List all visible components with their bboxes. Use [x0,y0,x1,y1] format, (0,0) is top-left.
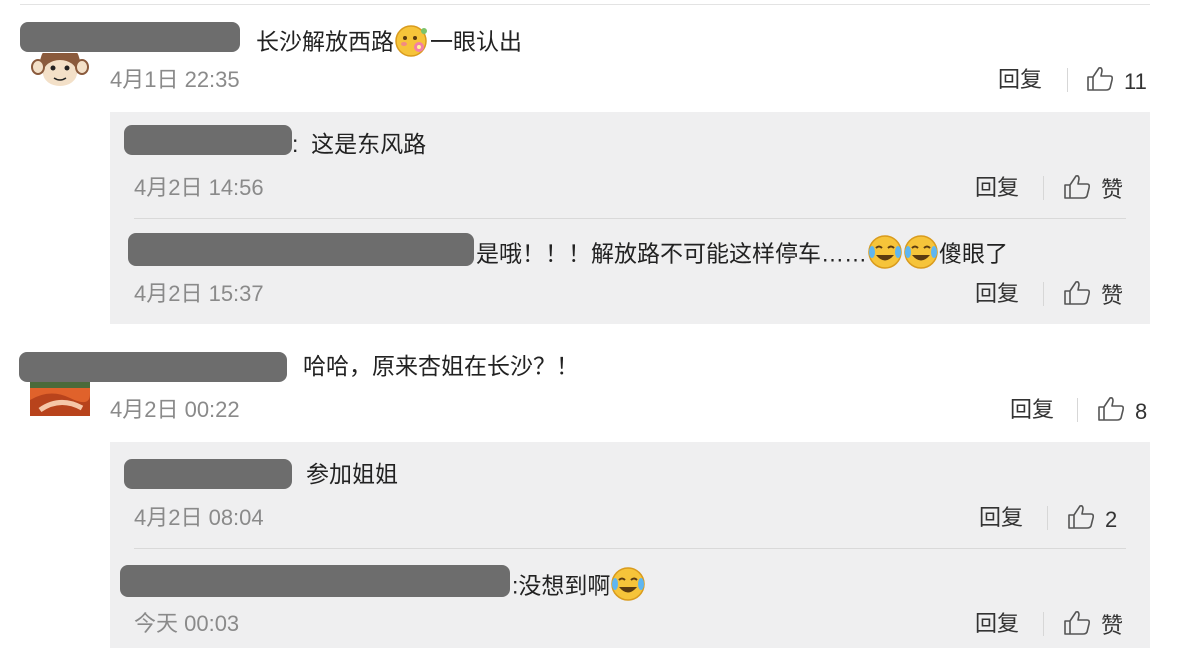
separator [1043,176,1044,200]
like-count: 8 [1135,398,1148,424]
like-button[interactable]: 11 [1086,66,1147,97]
reply-button[interactable]: 回复 [975,174,1019,202]
reply-button[interactable]: 回复 [998,66,1042,94]
thumbs-up-icon [1097,396,1125,427]
thumbs-up-icon [1063,280,1091,311]
reply-text: :没想到啊 [512,566,646,609]
thumbs-up-icon [1086,66,1114,97]
avatar[interactable] [30,53,90,87]
separator [1067,68,1068,92]
redacted-username[interactable] [124,125,292,155]
reply-text: 是哦！！！解放路不可能这样停车…… 傻眼了 [476,234,1008,277]
redacted-username[interactable] [19,352,287,382]
reply-time: 4月2日 14:56 [134,175,264,200]
like-button[interactable]: 2 [1067,504,1117,535]
thumbs-up-icon [1067,504,1095,535]
laugh-cry-emoji-icon [610,566,646,609]
separator [1047,506,1048,530]
comment-text: 哈哈，原来杏姐在长沙？！ [303,353,579,379]
reply-time: 今天 00:03 [134,611,240,636]
flower-shy-emoji-icon [394,22,430,65]
reply-text: 参加姐姐 [306,461,398,487]
like-button[interactable]: 8 [1097,396,1147,427]
comment-time: 4月2日 00:22 [110,397,240,422]
like-count: 2 [1105,506,1118,532]
laugh-cry-emoji-icon [903,234,939,277]
reply-divider [134,218,1126,219]
redacted-username[interactable] [120,565,510,597]
comment-text: 长沙解放西路 一眼认出 [256,22,522,65]
top-divider [20,4,1150,5]
reply-button[interactable]: 回复 [1010,396,1054,424]
reply-time: 4月2日 08:04 [134,505,264,530]
like-button[interactable]: 赞 [1063,174,1123,205]
thumbs-up-icon [1063,174,1091,205]
redacted-username[interactable] [124,459,292,489]
thumbs-up-icon [1063,610,1091,641]
like-label: 赞 [1101,612,1124,638]
reply-text: : 这是东风路 [292,131,427,157]
redacted-username[interactable] [128,233,474,266]
reply-button[interactable]: 回复 [979,504,1023,532]
like-button[interactable]: 赞 [1063,610,1123,641]
comment-time: 4月1日 22:35 [110,67,240,92]
separator [1077,398,1078,422]
avatar[interactable] [30,382,90,416]
separator [1043,612,1044,636]
like-label: 赞 [1101,176,1124,202]
separator [1043,282,1044,306]
reply-divider [134,548,1126,549]
reply-time: 4月2日 15:37 [134,281,264,306]
reply-button[interactable]: 回复 [975,280,1019,308]
like-count: 11 [1124,68,1147,94]
like-label: 赞 [1101,282,1124,308]
like-button[interactable]: 赞 [1063,280,1123,311]
redacted-username[interactable] [20,22,240,52]
reply-button[interactable]: 回复 [975,610,1019,638]
laugh-cry-emoji-icon [867,234,903,277]
